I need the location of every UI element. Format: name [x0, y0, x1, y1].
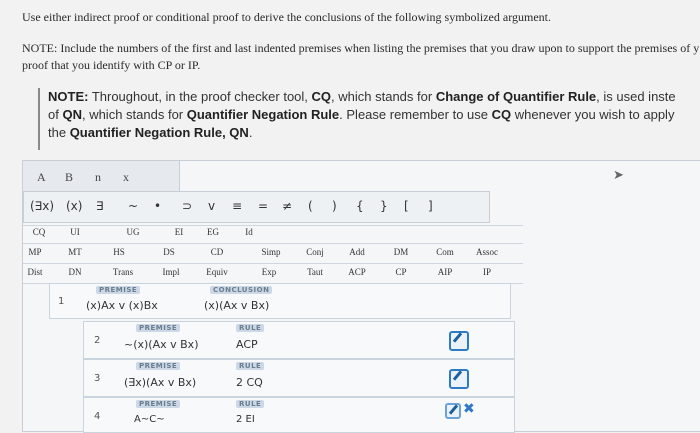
premise-label: PREMISE: [96, 286, 141, 294]
symbol-triplebar[interactable]: ≡: [232, 199, 242, 213]
premise-label: PREMISE: [136, 400, 181, 408]
symbol-tilde[interactable]: ~: [128, 199, 138, 213]
note-text: whenever you wish to apply: [511, 107, 675, 122]
note-text: , which stands for: [81, 107, 187, 122]
rule-assoc[interactable]: Assoc: [463, 247, 511, 257]
mouse-cursor-icon: ➤: [613, 167, 624, 182]
rule-cd[interactable]: CD: [193, 247, 241, 257]
note-text: Throughout, in the proof checker tool,: [88, 89, 312, 104]
instructions-line-1: Use either indirect proof or conditional…: [22, 10, 551, 24]
line-formula[interactable]: ~(x)(Ax v Bx): [124, 338, 199, 351]
note-text: , is used inste: [596, 89, 676, 104]
line-rule[interactable]: ACP: [236, 338, 258, 351]
rule-label: RULE: [236, 400, 265, 408]
note-qn-rule: Quantifier Negation Rule, QN: [69, 125, 249, 140]
note-text: of: [48, 107, 63, 122]
symbol-toolbar: (∃x) (x) ∃ ~ • ⊃ v ≡ = ≠ ( ) { } [ ]: [23, 191, 490, 223]
symbol-rbrace[interactable]: }: [380, 199, 388, 213]
symbol-wedge[interactable]: v: [208, 199, 215, 213]
rule-mt[interactable]: MT: [51, 247, 99, 257]
note-cq: CQ: [311, 89, 332, 104]
line-formula[interactable]: (∃x)(Ax v Bx): [124, 376, 196, 389]
rule-simp[interactable]: Simp: [247, 247, 295, 257]
note-qn: QN: [62, 107, 82, 122]
symbol-lbrace[interactable]: {: [356, 199, 364, 213]
argument-number: 1: [58, 296, 65, 307]
rule-add[interactable]: Add: [333, 247, 381, 257]
symbol-universal[interactable]: (x): [66, 199, 82, 213]
premise-label: PREMISE: [136, 362, 181, 370]
note-prefix: NOTE:: [48, 89, 89, 104]
note-box: NOTE: Throughout, in the proof checker t…: [38, 88, 700, 150]
symbol-not-equals[interactable]: ≠: [282, 199, 292, 213]
symbol-equals[interactable]: =: [258, 199, 268, 213]
symbol-rparen[interactable]: ): [332, 199, 337, 213]
rule-trans[interactable]: Trans: [99, 267, 147, 277]
symbol-horseshoe[interactable]: ⊃: [182, 199, 192, 213]
symbol-lparen[interactable]: (: [308, 199, 313, 213]
proof-checker-panel: A B n x ➤ (∃x) (x) ∃ ~ • ⊃ v ≡ = ≠ ( ) {…: [22, 160, 700, 433]
symbol-lbracket[interactable]: [: [404, 199, 409, 213]
argument-card: 1 PREMISE (x)Ax v (x)Bx CONCLUSION (x)(A…: [49, 283, 511, 319]
edit-icon[interactable]: [449, 369, 469, 389]
tab-x[interactable]: x: [123, 170, 129, 185]
rule-ip[interactable]: IP: [463, 267, 511, 277]
premise-label: PREMISE: [136, 324, 181, 332]
note-cq-rule: Change of Quantifier Rule: [435, 89, 597, 104]
rule-impl[interactable]: Impl: [147, 267, 195, 277]
rule-com[interactable]: Com: [421, 247, 469, 257]
rule-aip[interactable]: AIP: [421, 267, 469, 277]
rule-id[interactable]: Id: [225, 227, 273, 237]
rule-hs[interactable]: HS: [95, 247, 143, 257]
line-number: 2: [94, 335, 101, 346]
rule-taut[interactable]: Taut: [291, 267, 339, 277]
note-text: , which stands for: [331, 89, 436, 104]
rule-equiv[interactable]: Equiv: [193, 267, 241, 277]
rule-acp[interactable]: ACP: [333, 267, 381, 277]
argument-premise: (x)Ax v (x)Bx: [86, 299, 158, 312]
rule-ui[interactable]: UI: [51, 227, 99, 237]
tab-n[interactable]: n: [95, 170, 101, 185]
line-number: 3: [94, 373, 101, 384]
rule-cp[interactable]: CP: [377, 267, 425, 277]
instructions-line-2: NOTE: Include the numbers of the first a…: [22, 41, 700, 55]
edit-icon[interactable]: [445, 403, 461, 419]
edit-icon[interactable]: [449, 331, 469, 351]
tab-b[interactable]: B: [65, 170, 73, 185]
symbol-exists[interactable]: ∃: [96, 199, 104, 213]
symbol-rbracket[interactable]: ]: [428, 199, 433, 213]
rule-exp[interactable]: Exp: [245, 267, 293, 277]
variable-tabs: A B n x: [23, 161, 180, 192]
line-number: 4: [94, 411, 101, 422]
note-text: the: [48, 125, 70, 140]
note-text: . Please remember to use: [339, 107, 492, 122]
symbol-dot[interactable]: •: [154, 199, 161, 213]
line-rule[interactable]: 2 EI: [236, 414, 255, 425]
symbol-existential[interactable]: (∃x): [30, 199, 54, 213]
line-formula[interactable]: A~C~: [134, 414, 165, 425]
rule-conj[interactable]: Conj: [291, 247, 339, 257]
delete-icon[interactable]: ✖: [463, 401, 475, 417]
note-cq: CQ: [491, 107, 512, 122]
note-qn-rule: Quantifier Negation Rule: [186, 107, 340, 122]
rule-label: RULE: [236, 362, 265, 370]
tab-a[interactable]: A: [37, 170, 46, 185]
argument-conclusion: (x)(Ax v Bx): [204, 299, 270, 312]
rule-ug[interactable]: UG: [109, 227, 157, 237]
rule-dn[interactable]: DN: [51, 267, 99, 277]
instructions-line-3: proof that you identify with CP or IP.: [22, 58, 201, 72]
rule-label: RULE: [236, 324, 265, 332]
rule-ds[interactable]: DS: [145, 247, 193, 257]
conclusion-label: CONCLUSION: [210, 286, 273, 294]
rule-dm[interactable]: DM: [377, 247, 425, 257]
note-text: .: [248, 125, 253, 140]
line-rule[interactable]: 2 CQ: [236, 376, 263, 389]
